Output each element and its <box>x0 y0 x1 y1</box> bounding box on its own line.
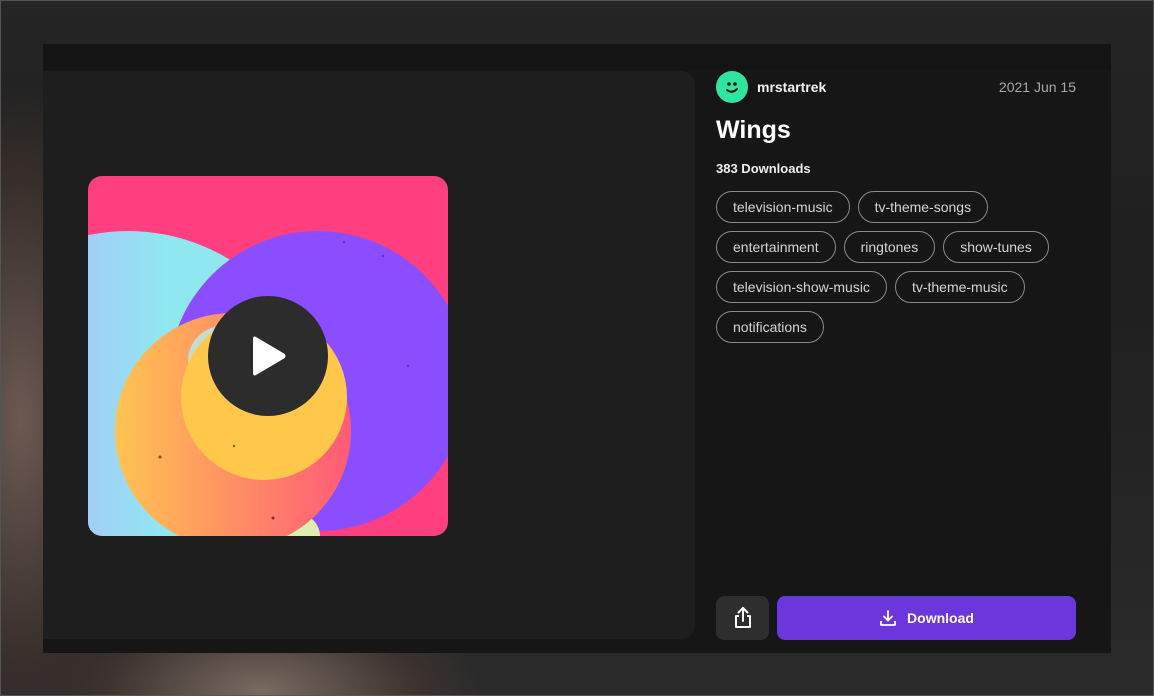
play-button[interactable] <box>208 296 328 416</box>
player-panel <box>43 71 695 639</box>
tag-ringtones[interactable]: ringtones <box>843 231 936 263</box>
avatar[interactable] <box>716 71 748 103</box>
tag-entertainment[interactable]: entertainment <box>716 231 836 263</box>
tag-show-tunes[interactable]: show-tunes <box>943 231 1049 263</box>
tag-notifications[interactable]: notifications <box>716 311 824 343</box>
ringtone-artwork <box>88 176 448 536</box>
download-button[interactable]: Download <box>777 596 1076 640</box>
tag-television-show-music[interactable]: television-show-music <box>716 271 887 303</box>
tag-tv-theme-songs[interactable]: tv-theme-songs <box>857 191 989 223</box>
download-count: 383 Downloads <box>716 161 811 176</box>
ringtone-details: mrstartrek 2021 Jun 15 Wings 383 Downloa… <box>716 44 1076 653</box>
tag-list: television-music tv-theme-songs entertai… <box>716 191 1076 343</box>
author-name[interactable]: mrstartrek <box>757 79 826 95</box>
tag-television-music[interactable]: television-music <box>716 191 850 223</box>
download-icon <box>880 610 896 626</box>
download-label: Download <box>907 610 974 626</box>
share-icon <box>734 607 751 628</box>
tag-tv-theme-music[interactable]: tv-theme-music <box>894 271 1025 303</box>
smiley-icon <box>726 82 738 93</box>
share-button[interactable] <box>716 596 769 640</box>
ringtone-modal: mrstartrek 2021 Jun 15 Wings 383 Downloa… <box>43 44 1111 653</box>
play-icon <box>253 336 286 376</box>
ringtone-title: Wings <box>716 116 791 144</box>
upload-date: 2021 Jun 15 <box>998 79 1076 95</box>
author-row: mrstartrek 2021 Jun 15 <box>716 71 1076 103</box>
